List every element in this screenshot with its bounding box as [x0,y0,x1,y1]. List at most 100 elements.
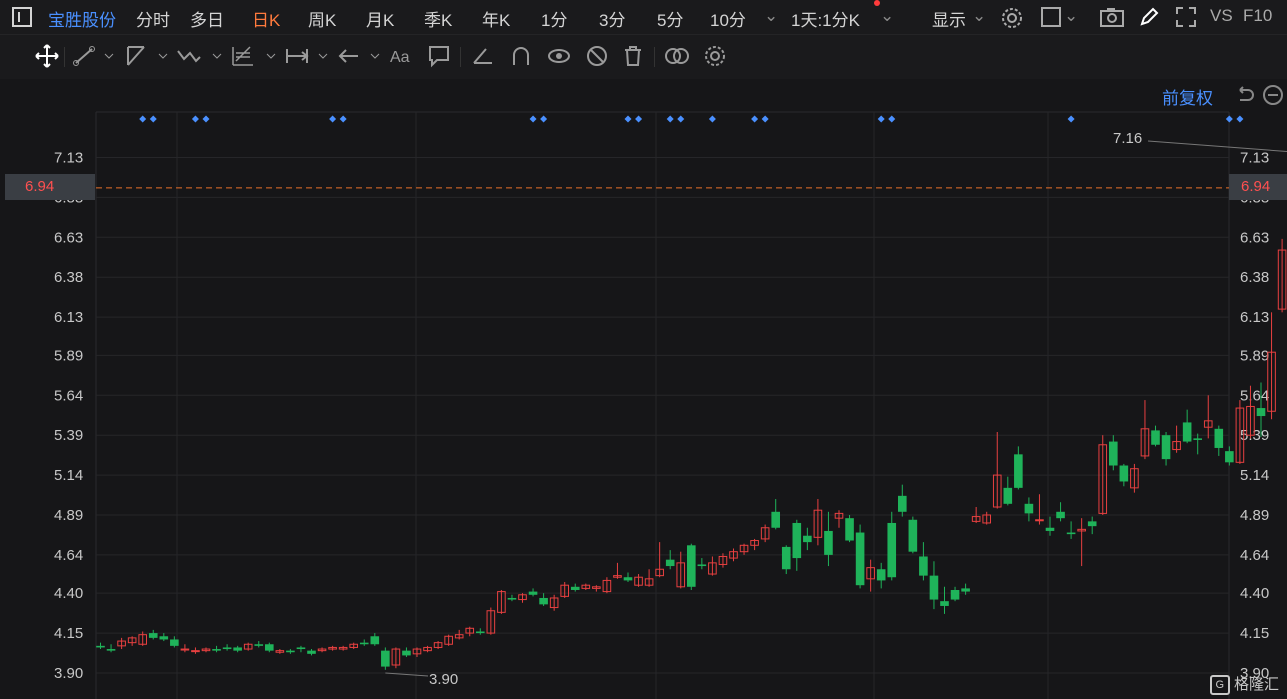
wave-tool-chevron-icon[interactable] [204,43,222,69]
fibonacci-tool-chevron-icon[interactable] [258,43,276,69]
channel-tool-chevron-icon[interactable] [150,43,168,69]
magnet-icon[interactable] [508,43,534,69]
candle-body-down [170,639,179,646]
candle-body-down [1066,532,1076,535]
sidebar-toggle-icon[interactable] [10,5,34,34]
high-annotation-label: 7.16 [1113,130,1142,147]
candle-body-up [1077,528,1086,532]
text-tool-icon[interactable]: Aa [388,43,414,69]
candle-body-down [1214,428,1224,448]
f10-button[interactable]: F10 [1243,6,1272,26]
candle-body-up [444,635,453,645]
candle-body-up [644,578,654,586]
candle-body-down [212,649,221,651]
candle-body-down [623,577,633,581]
y-axis-left-label: 6.63 [54,229,83,246]
candle-body-up [750,540,759,546]
stock-name[interactable]: 宝胜股份 [48,6,116,31]
candle-body-down [1109,441,1118,466]
move-cross-icon[interactable] [34,43,60,69]
multi-period-chevron-icon[interactable]: ⌄ [880,6,894,26]
candle-body-up [1140,428,1150,457]
multi-period-select[interactable]: 1天:1分K [791,6,860,31]
candle-body-up [423,646,432,652]
candle-body-up [718,555,728,565]
period-tab-2[interactable]: 日K [252,6,280,31]
camera-icon[interactable] [1099,6,1125,33]
period-tab-10[interactable]: 10分 [710,6,746,31]
event-marker-diamond-icon [149,115,157,123]
fullscreen-icon[interactable] [1175,6,1197,33]
layout-square-icon[interactable] [1040,6,1062,33]
y-axis-left-label: 4.64 [54,547,83,564]
hide-eye-icon[interactable] [584,43,610,69]
period-tab-4[interactable]: 月K [366,6,394,31]
high-annotation-leader [1147,140,1287,152]
y-axis-left-label: 7.13 [54,150,83,167]
range-tool-chevron-icon[interactable] [310,43,328,69]
period-tab-8[interactable]: 3分 [599,6,625,31]
top-bar: 宝胜股份 分时 多日 日K 周K 月K 季K 年K 1分 3分 5分 10分 ⌄… [0,0,1287,35]
adjust-mode-label[interactable]: 前复权 [1162,84,1213,109]
vs-button[interactable]: VS [1210,6,1233,26]
candle-body-up [1130,468,1139,489]
candle-body-down [370,636,380,645]
wave-tool-icon[interactable] [176,43,202,69]
sync-eye-icon[interactable] [546,43,572,69]
line-tool-icon[interactable] [72,43,98,69]
candlestick-chart[interactable]: 3.90 3.90 4.15 4.15 4.40 4.40 4.64 4.64 4.89 4.89… [0,0,1287,699]
notification-dot-icon [874,0,880,6]
event-marker-diamond-icon [1225,115,1233,123]
period-tab-7[interactable]: 1分 [541,6,567,31]
low-annotation-label: 3.90 [429,671,458,688]
candle-body-up [581,584,591,589]
arrow-tool-chevron-icon[interactable] [362,43,380,69]
event-marker-diamond-icon [540,115,548,123]
candle-body-down [687,545,696,587]
trash-icon[interactable] [620,43,646,69]
display-select[interactable]: 显示 [932,6,966,31]
candle-body-down [908,519,918,552]
event-marker-diamond-icon [191,115,199,123]
candle-body-down [919,556,928,576]
channel-tool-icon[interactable] [124,43,150,69]
range-tool-icon[interactable] [284,43,310,69]
toolbar-settings-gear-icon[interactable] [702,43,728,69]
line-tool-chevron-icon[interactable] [96,43,114,69]
candle-body-down [1087,521,1097,527]
candle-body-up [729,551,738,559]
candle-body-down [1045,527,1055,531]
comment-tool-icon[interactable] [426,43,452,69]
candle-body-down [296,647,306,650]
candle-body-down [898,495,907,512]
layout-chevron-icon[interactable]: ⌄ [1064,6,1078,26]
event-marker-diamond-icon [877,115,885,123]
period-tab-0[interactable]: 分时 [136,6,170,31]
candle-body-down [1161,435,1171,460]
draw-pencil-icon[interactable] [1138,6,1160,33]
candle-body-down [402,650,411,656]
candle-body-down [381,650,390,667]
undo-icon[interactable] [1234,84,1256,111]
angle-tool-icon[interactable] [470,43,496,69]
period-tab-9[interactable]: 5分 [657,6,683,31]
period-tab-6[interactable]: 年K [482,6,510,31]
display-chevron-icon[interactable]: ⌄ [972,6,986,26]
candle-body-down [1014,454,1023,488]
candle-body-down [950,589,960,600]
candle-body-up [349,643,358,648]
plot-background [96,112,1229,699]
candle-body-up [275,650,285,653]
period-tab-3[interactable]: 周K [308,6,336,31]
period-tab-1[interactable]: 多日 [190,6,224,31]
compare-circles-icon[interactable] [664,43,690,69]
period-tab-5[interactable]: 季K [424,6,452,31]
candle-body-up [465,627,475,634]
candle-body-up [201,648,211,652]
more-periods-chevron-icon[interactable]: ⌄ [764,6,778,26]
arrow-tool-icon[interactable] [336,43,362,69]
candle-body-down [1024,503,1034,514]
fibonacci-tool-icon[interactable] [230,43,256,69]
settings-gear-icon[interactable] [1000,6,1024,35]
zoom-out-icon[interactable] [1262,84,1284,111]
